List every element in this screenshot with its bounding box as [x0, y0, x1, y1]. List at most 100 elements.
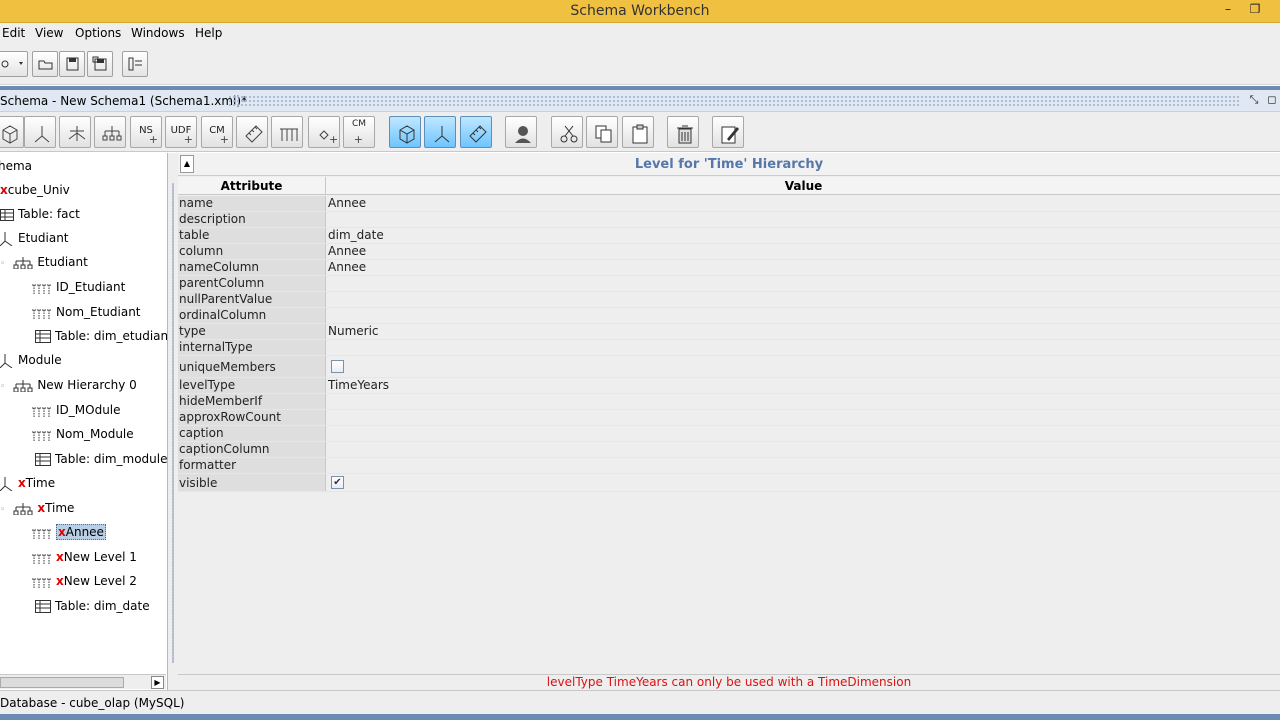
tree-node-dimension-etudiant[interactable]: Etudiant	[0, 228, 69, 248]
add-named-set-button[interactable]: NS +	[130, 116, 162, 148]
frame-minimize-icon[interactable]: ⤡	[1247, 94, 1261, 107]
table-row[interactable]: visible ✔	[178, 474, 1280, 492]
paste-button[interactable]	[622, 116, 654, 148]
tree-node-cube[interactable]: xcube_Univ	[0, 180, 70, 200]
expand-handle-icon[interactable]: ◦	[0, 505, 5, 515]
add-measure-button[interactable]	[236, 116, 268, 148]
attribute-value[interactable]	[327, 458, 1280, 473]
table-row[interactable]: ordinalColumn	[178, 308, 1280, 324]
tree-node-dimension-module[interactable]: Module	[0, 350, 62, 370]
menu-windows[interactable]: Windows	[131, 26, 185, 40]
tree-node-table-dim-etudiant[interactable]: Table: dim_etudiant	[35, 326, 167, 346]
tree-node-hierarchy-etudiant[interactable]: ◦ Etudiant	[0, 252, 88, 272]
add-dimension-button[interactable]	[24, 116, 56, 148]
table-row[interactable]: type Numeric	[178, 324, 1280, 340]
attribute-value[interactable]: Numeric	[327, 324, 1280, 339]
tree-node-level-new-level-1[interactable]: xNew Level 1	[32, 547, 137, 567]
add-virtual-dimension-button[interactable]	[424, 116, 456, 148]
add-hierarchy-button[interactable]	[94, 116, 126, 148]
tree-node-level-nom-etudiant[interactable]: Nom_Etudiant	[32, 302, 141, 322]
tree-horizontal-scrollbar[interactable]: ▶	[0, 674, 166, 689]
table-row[interactable]: name Annee	[178, 196, 1280, 212]
tree-node-hierarchy-time[interactable]: ◦ xTime	[0, 498, 74, 518]
attribute-value[interactable]	[327, 410, 1280, 425]
delete-button[interactable]	[667, 116, 699, 148]
visible-checkbox[interactable]: ✔	[331, 476, 344, 489]
attribute-value[interactable]	[327, 340, 1280, 355]
attribute-value[interactable]	[327, 394, 1280, 409]
edit-button[interactable]	[712, 116, 744, 148]
scrollbar-thumb[interactable]	[0, 677, 124, 688]
add-level-button[interactable]	[271, 116, 303, 148]
minimize-button[interactable]: –	[1218, 2, 1238, 20]
attribute-value[interactable]: Annee	[327, 244, 1280, 259]
expand-handle-icon[interactable]: ◦	[0, 382, 5, 392]
tree-node-dimension-time[interactable]: xTime	[0, 473, 55, 493]
copy-button[interactable]	[586, 116, 618, 148]
table-row[interactable]: formatter	[178, 458, 1280, 474]
table-row[interactable]: uniqueMembers	[178, 356, 1280, 378]
split-pane-divider[interactable]	[168, 153, 178, 690]
add-dimension-usage-button[interactable]	[59, 116, 91, 148]
table-row[interactable]: description	[178, 212, 1280, 228]
unique-members-checkbox[interactable]	[331, 360, 344, 373]
save-as-button[interactable]	[87, 51, 113, 77]
tree-node-level-id-module[interactable]: ID_MOdule	[32, 400, 121, 420]
scroll-right-arrow-icon[interactable]: ▶	[151, 676, 164, 689]
table-row[interactable]: column Annee	[178, 244, 1280, 260]
tree-node-hierarchy-new-hierarchy-0[interactable]: ◦ New Hierarchy 0	[0, 375, 137, 395]
expand-handle-icon[interactable]: ◦	[0, 259, 5, 269]
new-dropdown-button[interactable]	[0, 51, 28, 77]
add-udf-button[interactable]: UDF +	[165, 116, 197, 148]
tree-node-level-annee[interactable]: xAnnee	[32, 522, 106, 542]
table-row[interactable]: hideMemberIf	[178, 394, 1280, 410]
attribute-value[interactable]	[327, 292, 1280, 307]
tree-node-table-fact[interactable]: Table: fact	[0, 204, 80, 224]
divider-grip[interactable]	[172, 183, 174, 663]
table-row[interactable]: table dim_date	[178, 228, 1280, 244]
menu-edit[interactable]: Edit	[2, 26, 25, 40]
attribute-value[interactable]	[327, 212, 1280, 227]
add-cube-button[interactable]	[0, 116, 24, 148]
add-virtual-measure-button[interactable]	[460, 116, 492, 148]
tree-node-level-new-level-2[interactable]: xNew Level 2	[32, 571, 137, 591]
cut-button[interactable]	[551, 116, 583, 148]
attribute-value[interactable]	[327, 442, 1280, 457]
table-row[interactable]: internalType	[178, 340, 1280, 356]
restore-button[interactable]: ❐	[1245, 2, 1265, 20]
attribute-value[interactable]	[327, 356, 1280, 377]
frame-maximize-icon[interactable]: ◻	[1265, 94, 1279, 107]
attribute-value[interactable]: ✔	[327, 474, 1280, 491]
table-row[interactable]: parentColumn	[178, 276, 1280, 292]
schema-tree[interactable]: hema xcube_Univ Table: fact Etudiant ◦ Et…	[0, 153, 168, 690]
table-row[interactable]: approxRowCount	[178, 410, 1280, 426]
add-calculated-member-button[interactable]: CM +	[201, 116, 233, 148]
open-button[interactable]	[32, 51, 58, 77]
table-row[interactable]: caption	[178, 426, 1280, 442]
add-property-button[interactable]: +	[308, 116, 340, 148]
tree-node-level-nom-module[interactable]: Nom_Module	[32, 424, 134, 444]
attribute-value[interactable]: dim_date	[327, 228, 1280, 243]
attribute-value[interactable]	[327, 276, 1280, 291]
table-row[interactable]: nullParentValue	[178, 292, 1280, 308]
table-row[interactable]: levelType TimeYears	[178, 378, 1280, 394]
menu-help[interactable]: Help	[195, 26, 222, 40]
add-virtual-cube-button[interactable]	[389, 116, 421, 148]
save-button[interactable]	[59, 51, 85, 77]
table-row[interactable]: captionColumn	[178, 442, 1280, 458]
add-role-button[interactable]	[505, 116, 537, 148]
tree-node-level-id-etudiant[interactable]: ID_Etudiant	[32, 277, 125, 297]
attribute-value[interactable]: Annee	[327, 196, 1280, 211]
tree-node-table-dim-module[interactable]: Table: dim_module	[35, 449, 167, 469]
attribute-value[interactable]	[327, 426, 1280, 441]
attribute-value[interactable]: Annee	[327, 260, 1280, 275]
menu-options[interactable]: Options	[75, 26, 121, 40]
attribute-value[interactable]	[327, 308, 1280, 323]
add-calculated-member-property-button[interactable]: CM +	[343, 116, 375, 148]
preferences-button[interactable]	[122, 51, 148, 77]
tree-node-table-dim-date[interactable]: Table: dim_date	[35, 596, 150, 616]
menu-view[interactable]: View	[35, 26, 63, 40]
table-row[interactable]: nameColumn Annee	[178, 260, 1280, 276]
attribute-value[interactable]: TimeYears	[327, 378, 1280, 393]
tree-node-schema[interactable]: hema	[0, 156, 32, 176]
